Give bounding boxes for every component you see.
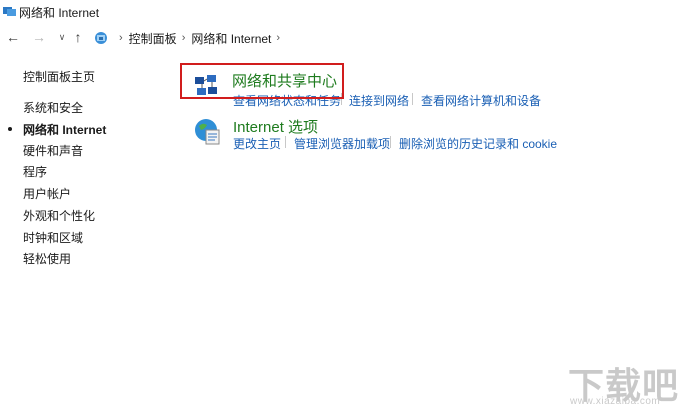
internet-options-icon[interactable] (193, 117, 222, 146)
change-homepage-link[interactable]: 更改主页 (233, 135, 281, 152)
link-divider (285, 136, 286, 148)
sidebar-item-ease-of-access[interactable]: 轻松使用 (23, 250, 71, 267)
delete-history-cookies-link[interactable]: 删除浏览的历史记录和 cookie (399, 135, 557, 152)
breadcrumb-control-panel[interactable]: 控制面板 (129, 30, 177, 47)
network-app-icon (3, 7, 16, 16)
title-bar: 网络和 Internet (0, 0, 690, 24)
sidebar-item-hardware-sound[interactable]: 硬件和声音 (23, 142, 83, 159)
window-title: 网络和 Internet (19, 6, 100, 20)
sidebar-item-appearance[interactable]: 外观和个性化 (23, 207, 95, 224)
connect-to-network-link[interactable]: 连接到网络 (349, 92, 409, 109)
recent-locations-dropdown[interactable]: ∨ (55, 29, 69, 45)
sidebar-item-user-accounts[interactable]: 用户帐户 (23, 185, 71, 202)
breadcrumb: › 控制面板 › 网络和 Internet › (94, 29, 286, 47)
manage-addons-link[interactable]: 管理浏览器加载项 (294, 135, 390, 152)
up-button[interactable]: ↑ (71, 29, 85, 45)
sidebar-item-network-internet[interactable]: 网络和 Internet (23, 121, 106, 138)
forward-button[interactable]: → (32, 29, 46, 45)
watermark-logo: 下载吧 www.xiazaiba.com (566, 357, 684, 407)
link-divider (412, 93, 413, 105)
watermark-url: www.xiazaiba.com (570, 396, 661, 407)
sidebar-item-clock-region[interactable]: 时钟和区域 (23, 229, 83, 246)
active-bullet-icon (8, 127, 12, 131)
control-panel-location-icon (95, 32, 107, 44)
sidebar-item-system-security[interactable]: 系统和安全 (23, 99, 83, 116)
back-button[interactable]: ← (6, 29, 20, 45)
sidebar-item-home[interactable]: 控制面板主页 (23, 68, 95, 85)
breadcrumb-network-internet[interactable]: 网络和 Internet (191, 30, 271, 47)
view-network-computers-link[interactable]: 查看网络计算机和设备 (421, 92, 541, 109)
sidebar-item-programs[interactable]: 程序 (23, 163, 47, 180)
address-row: ← → ∨ ↑ › 控制面板 › 网络和 Internet › (0, 24, 690, 52)
breadcrumb-separator-icon: › (181, 32, 186, 44)
breadcrumb-separator-icon: › (276, 32, 281, 44)
highlight-box (180, 63, 344, 99)
breadcrumb-separator-icon: › (119, 32, 123, 44)
link-divider (390, 136, 391, 148)
internet-options-title[interactable]: Internet 选项 (233, 116, 318, 137)
